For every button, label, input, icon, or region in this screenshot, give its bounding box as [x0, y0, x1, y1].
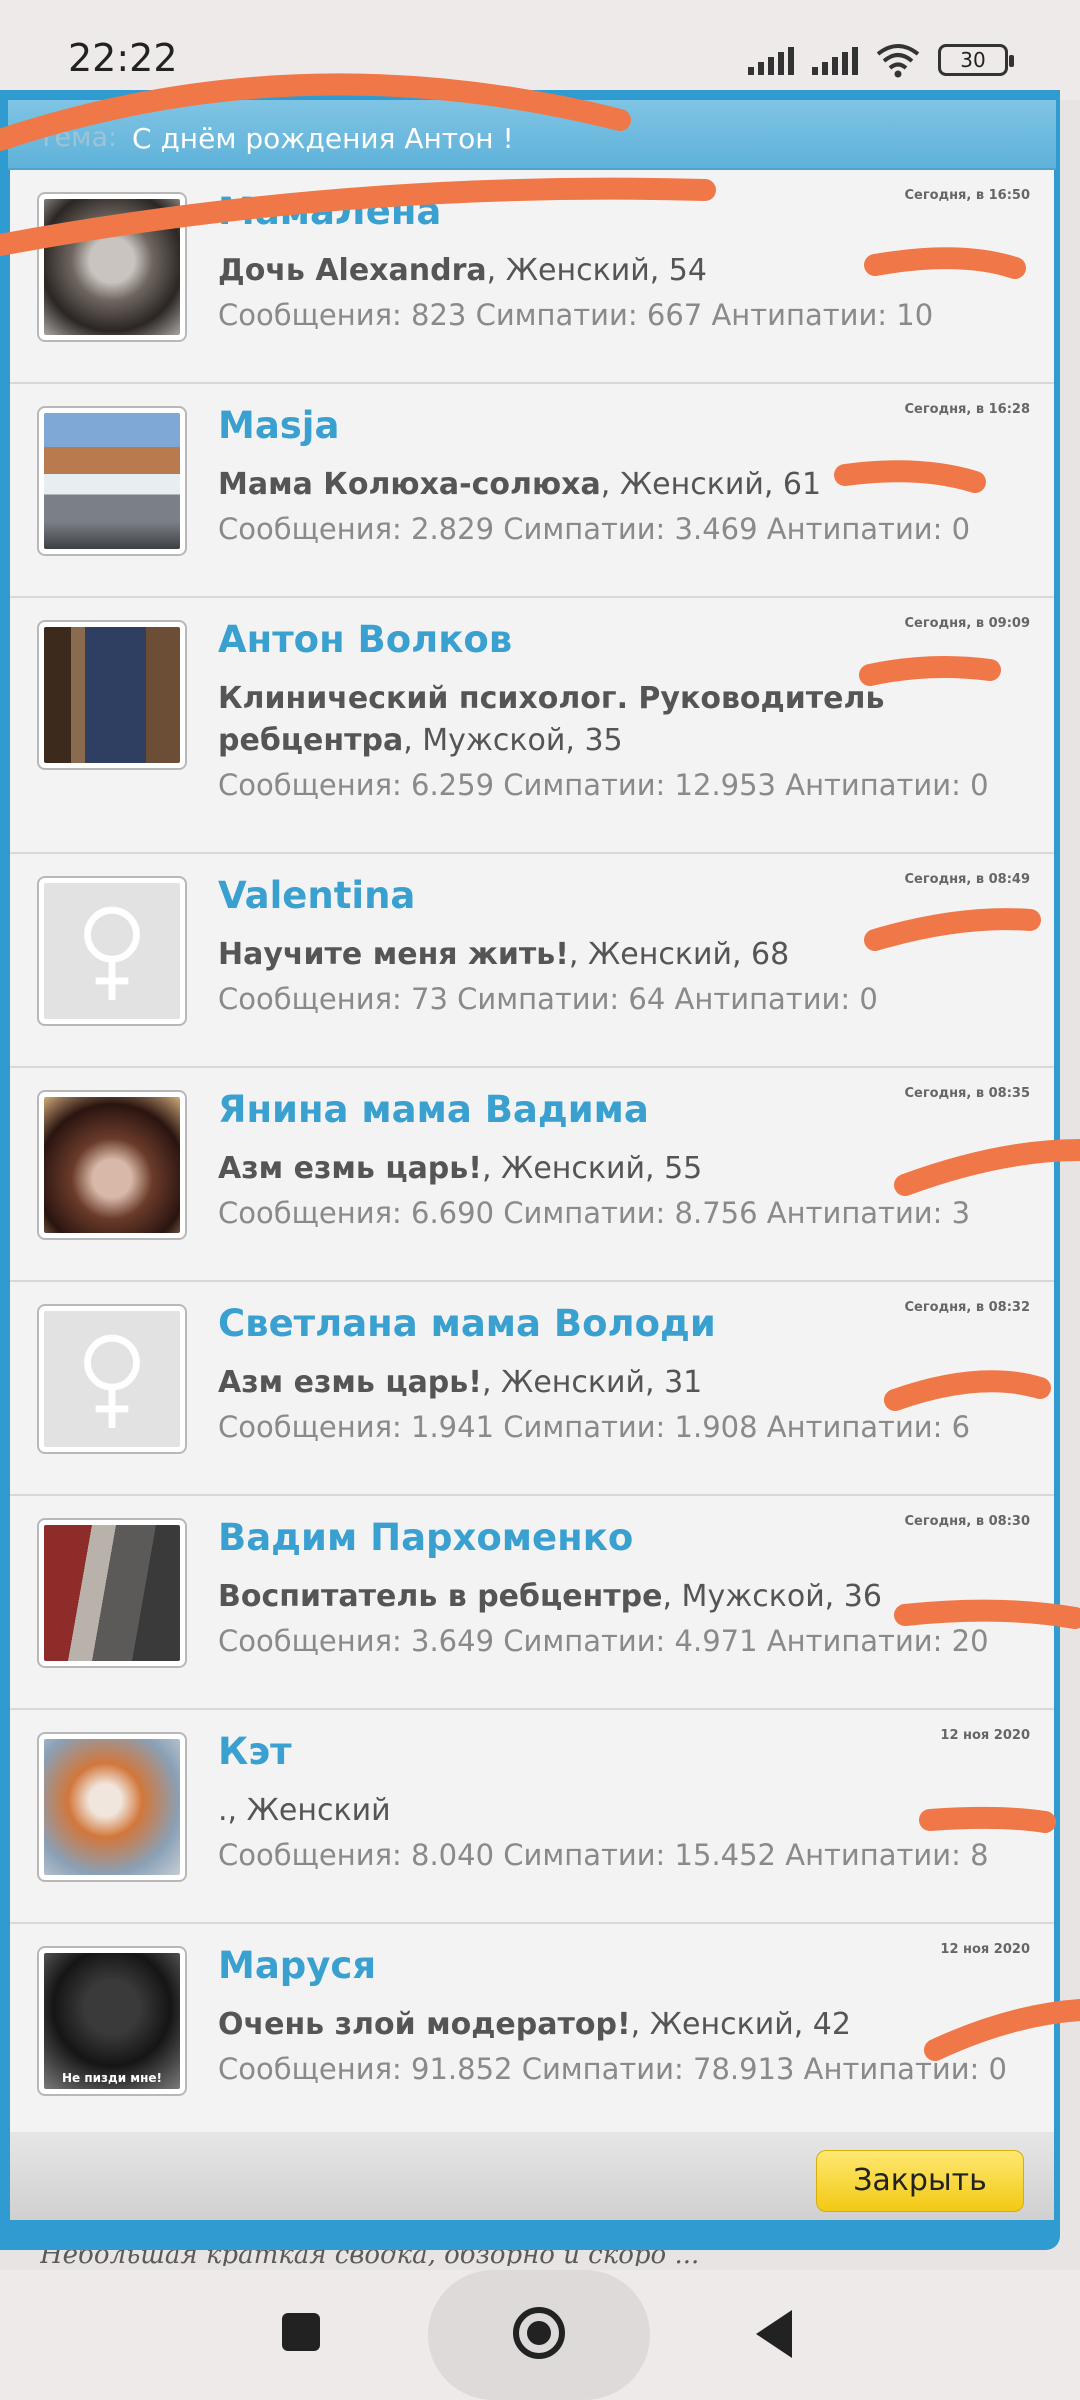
- like-date: Сегодня, в 16:28: [904, 402, 1030, 417]
- user-info: Научите меня жить!, Женский, 68: [218, 934, 1038, 976]
- user-name[interactable]: Светлана мама Володи: [218, 1302, 716, 1345]
- topic-text: С днём рождения Антон !: [132, 122, 514, 155]
- user-name[interactable]: Masja: [218, 404, 339, 447]
- user-stats: Сообщения: 823 Симпатии: 667 Антипатии: …: [218, 298, 934, 332]
- user-row[interactable]: Светлана мама Володи Азм езмь царь!, Жен…: [10, 1282, 1054, 1496]
- user-row[interactable]: Valentina Научите меня жить!, Женский, 6…: [10, 854, 1054, 1068]
- user-info: Азм езмь царь!, Женский, 31: [218, 1362, 1038, 1404]
- avatar[interactable]: [37, 620, 187, 770]
- user-row[interactable]: МамаЛена Дочь Alexandra, Женский, 54 Соо…: [10, 170, 1054, 384]
- signal-icon: [748, 45, 794, 75]
- avatar[interactable]: [37, 1304, 187, 1454]
- user-title: Азм езмь царь!: [218, 1151, 482, 1186]
- topic-bar: Тема: С днём рождения Антон !: [8, 100, 1056, 170]
- user-details: , Женский, 61: [600, 467, 822, 502]
- like-date: 12 ноя 2020: [940, 1942, 1030, 1957]
- dialog-footer: Закрыть: [10, 2132, 1054, 2220]
- user-info: Азм езмь царь!, Женский, 55: [218, 1148, 1038, 1190]
- user-title: Воспитатель в ребцентре: [218, 1579, 663, 1614]
- like-date: Сегодня, в 08:30: [904, 1514, 1030, 1529]
- user-title: Очень злой модератор!: [218, 2007, 631, 2042]
- user-stats: Сообщения: 8.040 Симпатии: 15.452 Антипа…: [218, 1838, 989, 1872]
- likes-dialog: Тема: С днём рождения Антон ! МамаЛена Д…: [0, 90, 1060, 2250]
- user-name[interactable]: Янина мама Вадима: [218, 1088, 649, 1131]
- home-icon[interactable]: [513, 2307, 565, 2359]
- status-bar: 22:22 30: [0, 0, 1080, 100]
- like-date: Сегодня, в 08:35: [904, 1086, 1030, 1101]
- avatar[interactable]: [37, 1518, 187, 1668]
- user-name[interactable]: МамаЛена: [218, 190, 441, 233]
- user-details: , Женский, 54: [486, 253, 707, 288]
- user-row[interactable]: Кэт ., Женский Сообщения: 8.040 Симпатии…: [10, 1710, 1054, 1924]
- user-stats: Сообщения: 1.941 Симпатии: 1.908 Антипат…: [218, 1410, 971, 1444]
- female-placeholder-icon: [84, 1334, 140, 1428]
- like-date: Сегодня, в 16:50: [904, 188, 1030, 203]
- like-date: Сегодня, в 08:49: [904, 872, 1030, 887]
- avatar[interactable]: [37, 192, 187, 342]
- user-name[interactable]: Антон Волков: [218, 618, 512, 661]
- user-stats: Сообщения: 2.829 Симпатии: 3.469 Антипат…: [218, 512, 971, 546]
- user-title: Научите меня жить!: [218, 937, 569, 972]
- user-details: , Женский, 55: [481, 1151, 703, 1186]
- close-button[interactable]: Закрыть: [816, 2150, 1024, 2212]
- avatar[interactable]: Не пизди мне!: [37, 1946, 187, 2096]
- user-details: , Женский, 42: [630, 2007, 851, 2042]
- user-info: ., Женский: [218, 1790, 1038, 1832]
- recents-icon[interactable]: [282, 2313, 320, 2351]
- like-date: Сегодня, в 09:09: [904, 616, 1030, 631]
- avatar[interactable]: [37, 406, 187, 556]
- status-icons: 30: [748, 40, 1014, 80]
- user-name[interactable]: Кэт: [218, 1730, 292, 1773]
- user-row[interactable]: Не пизди мне! Маруся Очень злой модерато…: [10, 1924, 1054, 2132]
- status-time: 22:22: [68, 36, 178, 80]
- user-info: Дочь Alexandra, Женский, 54: [218, 250, 1038, 292]
- user-title: .: [218, 1793, 228, 1828]
- user-info: Очень злой модератор!, Женский, 42: [218, 2004, 1038, 2046]
- user-info: Мама Колюха-солюха, Женский, 61: [218, 464, 1038, 506]
- user-info: Клинический психолог. Руководитель ребце…: [218, 678, 1038, 762]
- avatar[interactable]: [37, 876, 187, 1026]
- user-title: Дочь Alexandra: [218, 253, 487, 288]
- user-stats: Сообщения: 6.690 Симпатии: 8.756 Антипат…: [218, 1196, 971, 1230]
- user-row[interactable]: Янина мама Вадима Азм езмь царь!, Женски…: [10, 1068, 1054, 1282]
- avatar[interactable]: [37, 1090, 187, 1240]
- back-icon[interactable]: [756, 2310, 792, 2358]
- user-stats: Сообщения: 3.649 Симпатии: 4.971 Антипат…: [218, 1624, 989, 1658]
- user-details: , Мужской, 35: [403, 723, 623, 758]
- user-details: , Женский, 68: [568, 937, 790, 972]
- female-placeholder-icon: [84, 906, 140, 1000]
- avatar[interactable]: [37, 1732, 187, 1882]
- topic-label: Тема:: [38, 122, 118, 153]
- user-name[interactable]: Вадим Пархоменко: [218, 1516, 633, 1559]
- user-stats: Сообщения: 6.259 Симпатии: 12.953 Антипа…: [218, 768, 989, 802]
- navigation-bar: [0, 2270, 1080, 2400]
- user-details: , Женский, 31: [481, 1365, 703, 1400]
- like-date: 12 ноя 2020: [940, 1728, 1030, 1743]
- user-info: Воспитатель в ребцентре, Мужской, 36: [218, 1576, 1038, 1618]
- user-row[interactable]: Вадим Пархоменко Воспитатель в ребцентре…: [10, 1496, 1054, 1710]
- background-page-text: Небольшая краткая сводка, обзорно и скор…: [40, 2250, 700, 2266]
- user-name[interactable]: Маруся: [218, 1944, 376, 1987]
- user-details: , Женский: [227, 1793, 391, 1828]
- user-stats: Сообщения: 73 Симпатии: 64 Антипатии: 0: [218, 982, 878, 1016]
- user-row[interactable]: Masja Мама Колюха-солюха, Женский, 61 Со…: [10, 384, 1054, 598]
- avatar-caption: Не пизди мне!: [61, 2071, 163, 2085]
- user-title: Мама Колюха-солюха: [218, 467, 601, 502]
- like-date: Сегодня, в 08:32: [904, 1300, 1030, 1315]
- wifi-icon: [876, 44, 920, 78]
- user-row[interactable]: Антон Волков Клинический психолог. Руков…: [10, 598, 1054, 854]
- user-list[interactable]: МамаЛена Дочь Alexandra, Женский, 54 Соо…: [10, 170, 1054, 2132]
- user-name[interactable]: Valentina: [218, 874, 415, 917]
- user-stats: Сообщения: 91.852 Симпатии: 78.913 Антип…: [218, 2052, 1007, 2086]
- signal-icon-2: [812, 45, 858, 75]
- battery-icon: 30: [938, 44, 1014, 76]
- user-title: Азм езмь царь!: [218, 1365, 482, 1400]
- user-details: , Мужской, 36: [662, 1579, 882, 1614]
